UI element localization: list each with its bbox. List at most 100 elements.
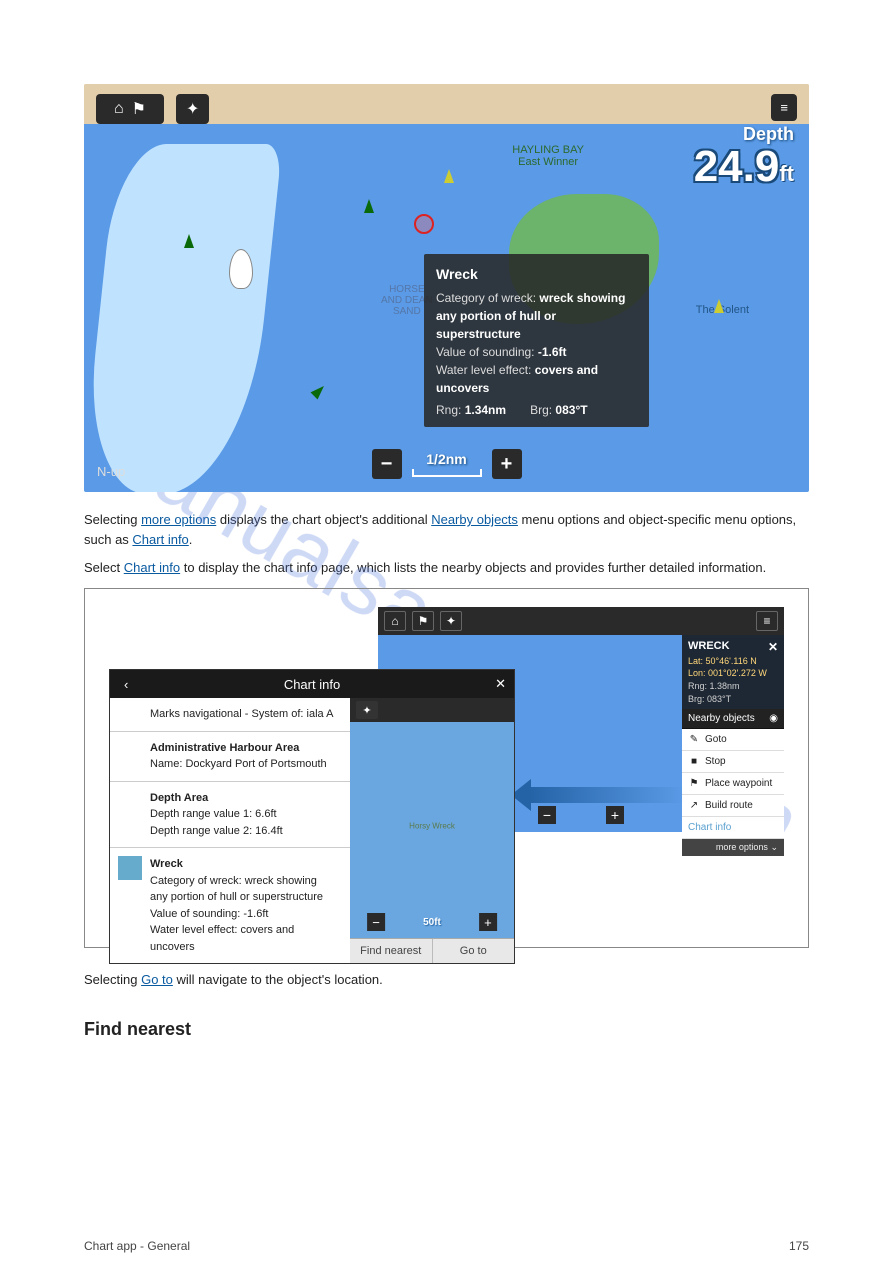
close-icon[interactable]: ✕: [768, 639, 778, 656]
zoom-in-button[interactable]: +: [492, 449, 522, 479]
stop-item[interactable]: ■ Stop: [682, 751, 784, 773]
object-icon: ◉: [769, 713, 778, 724]
marker-arrow: [364, 199, 374, 213]
body-paragraph-1: Selecting more options displays the char…: [84, 510, 809, 550]
place-label: Place waypoint: [705, 778, 772, 789]
chart-info-list: Marks navigational - System of: iala A A…: [110, 698, 350, 963]
close-icon[interactable]: ✕: [495, 676, 506, 692]
marker-arrow: [444, 169, 454, 183]
mini-menu-icon[interactable]: ≡: [756, 611, 778, 631]
goto-label: Goto: [705, 734, 727, 745]
chart-info-header: ‹ Chart info ✕: [110, 670, 514, 698]
list-row-admin[interactable]: Administrative Harbour Area Name: Dockya…: [110, 732, 350, 782]
build-route-item[interactable]: ↗Build route: [682, 795, 784, 817]
more-options-row[interactable]: more options ⌄: [682, 839, 784, 856]
rng-value: 1.34nm: [465, 403, 506, 417]
scale-zoom-control: − 1/2nm +: [372, 449, 522, 479]
chart-info-item[interactable]: Chart info: [682, 817, 784, 839]
go-to-button[interactable]: Go to: [433, 939, 515, 963]
mini-compass-icon[interactable]: ✦: [440, 611, 462, 631]
goto-icon: ✎: [688, 734, 700, 745]
wreck-marker[interactable]: [414, 214, 434, 234]
flow-arrow: [529, 787, 684, 803]
mini-zoom-out[interactable]: −: [538, 806, 556, 824]
context-header: WRECK ✕ Lat: 50°46'.116 N Lon: 001°02'.27…: [682, 635, 784, 709]
chevron-down-icon: ⌄: [770, 842, 778, 852]
depth-readout: Depth 24.9ft: [694, 124, 794, 189]
ci-object-label: Horsy Wreck: [409, 821, 455, 830]
hayling-label: HAYLING BAY East Winner: [512, 144, 584, 168]
more-label: more options: [716, 842, 768, 852]
sounding-label: Value of sounding:: [436, 345, 535, 359]
chart-info-title: Chart info: [284, 677, 340, 692]
brg-value: 083°T: [555, 403, 587, 417]
ci-compass-icon[interactable]: ✦: [356, 701, 378, 719]
ci-zoom: − 50ft +: [367, 913, 497, 931]
pill-heading[interactable]: ✦: [176, 94, 209, 124]
more-options-link[interactable]: more options: [141, 512, 216, 527]
mini-zoom-in[interactable]: +: [606, 806, 624, 824]
goto-item[interactable]: ✎ Goto: [682, 729, 784, 751]
nautical-chart-screenshot: HAYLING BAY East Winner The Solent HORSE…: [84, 84, 809, 492]
scale-bar: [412, 469, 482, 477]
chart-info-panel: ‹ Chart info ✕ Marks navigational - Syst…: [109, 669, 515, 964]
chart-info-link-2[interactable]: Chart info: [124, 560, 180, 575]
home-icon: ⌂: [114, 100, 124, 118]
ctx-lon: Lon: 001°02'.272 W: [688, 667, 778, 680]
ctx-lat: Lat: 50°46'.116 N: [688, 655, 778, 668]
mini-waypoint-icon[interactable]: ⚑: [412, 611, 434, 631]
orientation-label: N-up: [97, 464, 125, 479]
channel-shape: [84, 144, 282, 492]
marker-arrow: [714, 299, 724, 313]
pill-left[interactable]: ⌂ ⚑: [96, 94, 164, 124]
text: Selecting: [84, 972, 141, 987]
ci-zoom-out[interactable]: −: [367, 913, 385, 931]
hamburger-menu[interactable]: ≡: [771, 94, 797, 121]
nearby-objects-row[interactable]: Nearby objects ◉: [682, 709, 784, 729]
marker-arrow: [311, 383, 328, 400]
row-heading: Administrative Harbour Area: [150, 740, 336, 757]
depth-value: 24.9: [694, 145, 780, 189]
nearby-label: Nearby objects: [688, 713, 755, 724]
popup-title: Wreck: [436, 264, 637, 285]
go-to-link[interactable]: Go to: [141, 972, 173, 987]
list-row-wreck[interactable]: Wreck Category of wreck: wreck showing a…: [110, 848, 350, 963]
text: Selecting: [84, 512, 141, 527]
ci-zoom-in[interactable]: +: [479, 913, 497, 931]
level-label: Water level effect:: [436, 363, 531, 377]
back-icon[interactable]: ‹: [118, 677, 128, 692]
row-text: Category of wreck: wreck showing any por…: [150, 875, 323, 904]
ci-buttons: Find nearest Go to: [350, 938, 514, 963]
page-footer: Chart app - General 175: [84, 1239, 809, 1253]
marker-arrow: [184, 234, 194, 248]
zoom-out-button[interactable]: −: [372, 449, 402, 479]
text: displays the chart object's additional: [216, 512, 431, 527]
footer-page-number: 175: [789, 1239, 809, 1253]
row-text: Value of sounding: -1.6ft: [150, 908, 268, 920]
place-waypoint-item[interactable]: ⚑Place waypoint: [682, 773, 784, 795]
row-heading: Depth Area: [150, 790, 336, 807]
mini-topbar: ⌂ ⚑ ✦ ≡: [378, 607, 784, 635]
body-paragraph-3: Selecting Go to will navigate to the obj…: [84, 970, 809, 990]
list-row-marks[interactable]: Marks navigational - System of: iala A: [110, 698, 350, 732]
cat-label: Category of wreck:: [436, 291, 536, 305]
text: .: [189, 532, 193, 547]
row-text: Marks navigational - System of: iala A: [150, 708, 333, 720]
text: will navigate to the object's location.: [173, 972, 383, 987]
ctx-brg: Brg: 083°T: [688, 694, 731, 704]
chart-info-link[interactable]: Chart info: [132, 532, 188, 547]
ci-scale-label: 50ft: [423, 917, 441, 928]
compass-icon: ✦: [186, 99, 199, 119]
context-menu: WRECK ✕ Lat: 50°46'.116 N Lon: 001°02'.27…: [682, 635, 784, 856]
depth-unit: ft: [779, 161, 794, 186]
stop-icon: ■: [688, 756, 700, 767]
chartinfo-label: Chart info: [688, 822, 731, 833]
list-row-depth[interactable]: Depth Area Depth range value 1: 6.6ft De…: [110, 782, 350, 849]
find-nearest-button[interactable]: Find nearest: [350, 939, 433, 963]
composite-screenshot-frame: ⌂ ⚑ ✦ ≡ WRECK ✕ Lat: 50°46'.116 N Lon: 00…: [84, 588, 809, 948]
nearby-objects-link[interactable]: Nearby objects: [431, 512, 518, 527]
stop-label: Stop: [705, 756, 726, 767]
mini-home-icon[interactable]: ⌂: [384, 611, 406, 631]
ctx-title: WRECK: [688, 640, 730, 652]
build-label: Build route: [705, 800, 753, 811]
